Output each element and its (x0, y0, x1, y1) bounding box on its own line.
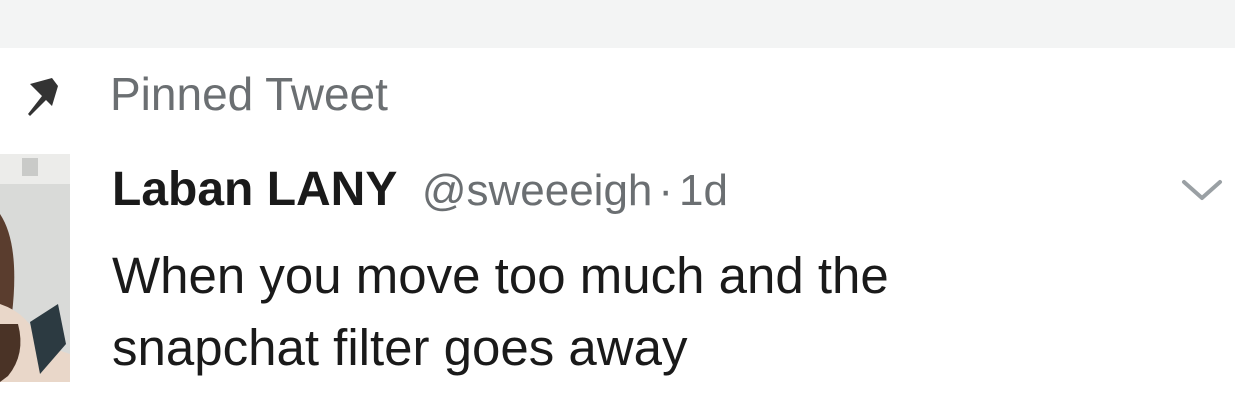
display-name[interactable]: Laban LANY (112, 163, 397, 216)
tweet-text-line: snapchat filter goes away (112, 319, 688, 376)
tweet-header: Laban LANY @sweeeigh · 1d (112, 158, 728, 222)
tweet-text-line: When you move too much and the (112, 247, 889, 304)
user-handle[interactable]: @sweeeigh (422, 166, 653, 215)
tweet-text: When you move too much and the snapchat … (112, 240, 1192, 384)
separator-dot: · (658, 166, 674, 215)
chevron-down-icon[interactable] (1178, 176, 1226, 206)
avatar[interactable] (0, 154, 70, 382)
pinned-tweet-label: Pinned Tweet (110, 68, 388, 120)
tweet-timestamp[interactable]: 1d (679, 166, 728, 215)
top-strip (0, 0, 1235, 48)
pin-icon (28, 78, 58, 116)
